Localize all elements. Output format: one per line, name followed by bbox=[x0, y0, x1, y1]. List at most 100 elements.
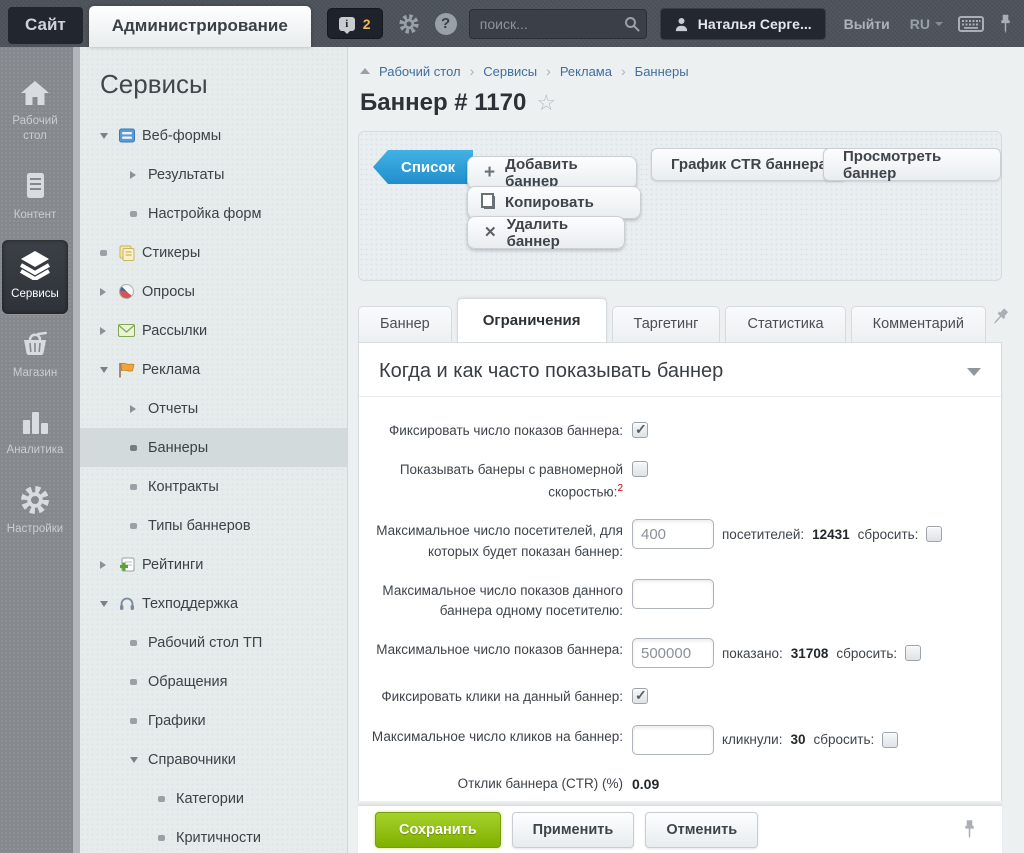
language-selector[interactable]: RU bbox=[910, 16, 943, 32]
chevron-right-icon[interactable] bbox=[100, 288, 118, 296]
reset-label: сбросить: bbox=[858, 527, 919, 542]
tab-banner[interactable]: Баннер bbox=[358, 306, 452, 342]
tab-statistics[interactable]: Статистика bbox=[725, 306, 845, 342]
keyboard-icon[interactable] bbox=[958, 14, 984, 34]
chevron-down-icon[interactable] bbox=[100, 133, 118, 139]
menu-item-tickets[interactable]: Обращения bbox=[80, 662, 347, 701]
user-menu-button[interactable]: Наталья Серге... bbox=[660, 8, 826, 40]
field-label: Максимальное число показов баннера: bbox=[371, 638, 623, 660]
max-visitors-input[interactable] bbox=[632, 519, 714, 549]
save-button[interactable]: Сохранить bbox=[375, 812, 501, 848]
form-row: Максимальное число посетителей, для кото… bbox=[371, 519, 1001, 562]
collapse-arrow-icon[interactable] bbox=[967, 368, 981, 376]
tab-comment[interactable]: Комментарий bbox=[851, 306, 986, 342]
pin-icon[interactable] bbox=[999, 13, 1012, 35]
menu-item-schedules[interactable]: Графики bbox=[80, 701, 347, 740]
sidebar-item-store[interactable]: Магазин bbox=[2, 319, 68, 393]
even-speed-checkbox[interactable] bbox=[632, 461, 648, 477]
menu-item-label: Рассылки bbox=[142, 323, 207, 339]
chevron-down-icon[interactable] bbox=[100, 367, 118, 373]
pin-icon[interactable] bbox=[991, 307, 1009, 332]
title-row: Баннер # 1170 ☆ bbox=[360, 89, 1002, 117]
reset-clicks-checkbox[interactable] bbox=[882, 732, 898, 748]
menu-item-support-desktop[interactable]: Рабочий стол ТП bbox=[80, 623, 347, 662]
section-header[interactable]: Когда и как часто показывать баннер bbox=[359, 343, 1001, 397]
help-icon[interactable]: ? bbox=[435, 13, 457, 35]
chevron-down-icon[interactable] bbox=[130, 757, 148, 763]
field-label: Фиксировать клики на данный баннер: bbox=[371, 685, 623, 707]
ctr-value: 0.09 bbox=[632, 774, 659, 792]
tab-targeting[interactable]: Таргетинг bbox=[612, 306, 721, 342]
menu-item-categories[interactable]: Категории bbox=[80, 779, 347, 818]
max-clicks-input[interactable] bbox=[632, 725, 714, 755]
form-row: Максимальное число показов баннера: пока… bbox=[371, 638, 1001, 668]
chevron-down-icon[interactable] bbox=[100, 601, 118, 607]
sidebar-item-services[interactable]: Сервисы bbox=[2, 240, 68, 314]
fix-clicks-checkbox[interactable] bbox=[632, 688, 648, 704]
menu-item-advertising[interactable]: Реклама bbox=[80, 350, 347, 389]
delete-banner-button[interactable]: ✕ Удалить баннер bbox=[467, 216, 625, 249]
breadcrumb-link[interactable]: Реклама bbox=[560, 64, 612, 79]
list-button[interactable]: Список bbox=[373, 150, 473, 184]
app-shell: Рабочий стол Контент Сервисы bbox=[0, 47, 1024, 853]
menu-item-contracts[interactable]: Контракты bbox=[80, 467, 347, 506]
breadcrumb-link[interactable]: Сервисы bbox=[483, 64, 537, 79]
menu-item-label: Критичности bbox=[176, 830, 261, 846]
menu-item-stickers[interactable]: Стикеры bbox=[80, 233, 347, 272]
sidebar-item-settings[interactable]: Настройки bbox=[2, 475, 68, 549]
search-icon[interactable] bbox=[624, 16, 640, 37]
menu-title: Сервисы bbox=[100, 69, 347, 100]
info-bubble-icon: i bbox=[339, 17, 355, 31]
copy-button[interactable]: Копировать bbox=[467, 186, 641, 219]
sidebar-item-analytics[interactable]: Аналитика bbox=[2, 398, 68, 470]
gear-icon[interactable] bbox=[398, 13, 420, 35]
menu-item-banner-types[interactable]: Типы баннеров bbox=[80, 506, 347, 545]
chevron-right-icon[interactable] bbox=[100, 561, 118, 569]
breadcrumb-link[interactable]: Рабочий стол bbox=[379, 64, 461, 79]
bullet-icon bbox=[130, 211, 148, 217]
reset-shows-checkbox[interactable] bbox=[905, 645, 921, 661]
chevron-right-icon[interactable] bbox=[130, 405, 148, 413]
breadcrumb-link[interactable]: Баннеры bbox=[635, 64, 689, 79]
ctr-chart-button[interactable]: График CTR баннера bbox=[651, 148, 847, 181]
max-shows-input[interactable] bbox=[632, 638, 714, 668]
add-banner-button[interactable]: + Добавить баннер bbox=[467, 156, 637, 189]
logout-link[interactable]: Выйти bbox=[844, 16, 890, 32]
menu-item-dictionaries[interactable]: Справочники bbox=[80, 740, 347, 779]
sidebar-item-label: Аналитика bbox=[7, 443, 64, 458]
sidebar-scrollbar[interactable] bbox=[73, 47, 80, 853]
sidebar-item-desktop[interactable]: Рабочий стол bbox=[2, 69, 68, 156]
copy-label: Копировать bbox=[505, 194, 594, 211]
menu-item-web-forms[interactable]: Веб-формы bbox=[80, 116, 347, 155]
menu-item-banners[interactable]: Баннеры bbox=[80, 428, 347, 467]
max-shows-per-visitor-input[interactable] bbox=[632, 579, 714, 609]
menu-item-label: Техподдержка bbox=[142, 596, 238, 612]
notifications-button[interactable]: i 2 bbox=[327, 8, 383, 39]
menu-item-ratings[interactable]: Рейтинги bbox=[80, 545, 347, 584]
admin-tab[interactable]: Администрирование bbox=[89, 6, 311, 47]
fix-shows-checkbox[interactable] bbox=[632, 422, 648, 438]
cancel-button[interactable]: Отменить bbox=[645, 812, 758, 848]
reset-visitors-checkbox[interactable] bbox=[926, 526, 942, 542]
menu-item-newsletters[interactable]: Рассылки bbox=[80, 311, 347, 350]
collapse-up-icon[interactable] bbox=[360, 68, 370, 74]
site-tab[interactable]: Сайт bbox=[8, 7, 83, 44]
apply-button[interactable]: Применить bbox=[512, 812, 635, 848]
menu-item-reports[interactable]: Отчеты bbox=[80, 389, 347, 428]
menu-item-results[interactable]: Результаты bbox=[80, 155, 347, 194]
menu-item-label: Отчеты bbox=[148, 401, 198, 417]
menu-item-support[interactable]: Техподдержка bbox=[80, 584, 347, 623]
shown-counter-value: 31708 bbox=[791, 646, 829, 661]
search-input[interactable] bbox=[469, 9, 647, 39]
chevron-right-icon[interactable] bbox=[100, 327, 118, 335]
pin-icon[interactable] bbox=[963, 819, 976, 845]
menu-item-criticality[interactable]: Критичности bbox=[80, 818, 347, 853]
sidebar-item-content[interactable]: Контент bbox=[2, 161, 68, 235]
view-banner-button[interactable]: Просмотреть баннер bbox=[823, 148, 1001, 181]
chevron-right-icon[interactable] bbox=[130, 171, 148, 179]
tab-restrictions[interactable]: Ограничения bbox=[457, 298, 607, 342]
page-title: Баннер # 1170 bbox=[360, 89, 526, 117]
menu-item-polls[interactable]: Опросы bbox=[80, 272, 347, 311]
menu-item-form-settings[interactable]: Настройка форм bbox=[80, 194, 347, 233]
favorite-star-icon[interactable]: ☆ bbox=[536, 92, 556, 114]
